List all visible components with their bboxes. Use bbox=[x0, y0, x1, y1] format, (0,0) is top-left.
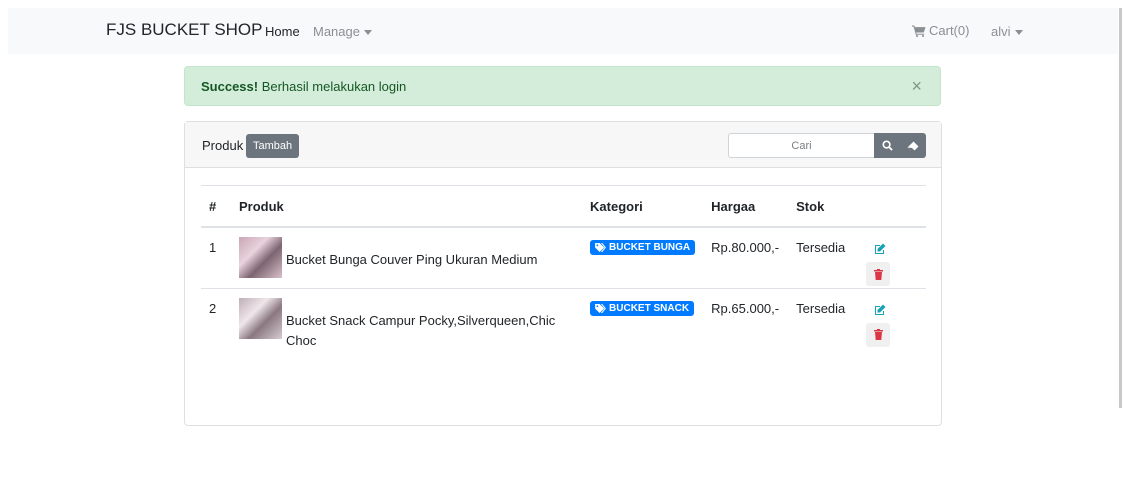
table-row: 2 Bucket Snack Campur Pocky,Silverqueen,… bbox=[201, 287, 926, 351]
success-alert: Success! Berhasil melakukan login × bbox=[184, 66, 941, 106]
shopping-cart-icon bbox=[912, 25, 926, 37]
brand-link[interactable]: FJS BUCKET SHOP bbox=[106, 20, 263, 40]
tag-icon bbox=[595, 243, 606, 252]
nav-cart-label: Cart(0) bbox=[929, 23, 970, 38]
category-badge: BUCKET BUNGA bbox=[590, 240, 696, 255]
row-actions bbox=[858, 226, 926, 288]
table-header-row: # Produk Kategori Hargaa Stok bbox=[201, 185, 926, 228]
search-button[interactable] bbox=[874, 133, 900, 158]
nav-home-link[interactable]: Home bbox=[265, 24, 300, 39]
col-actions bbox=[858, 185, 926, 228]
search-group bbox=[728, 133, 926, 158]
edit-button[interactable] bbox=[874, 242, 918, 257]
search-icon bbox=[881, 140, 893, 151]
tag-icon bbox=[595, 303, 606, 313]
row-number: 1 bbox=[201, 226, 231, 288]
row-price: Rp.80.000,- bbox=[703, 226, 789, 288]
card-header: Produk Tambah bbox=[185, 122, 941, 168]
alert-message: Berhasil melakukan login bbox=[258, 79, 407, 94]
row-category-cell: BUCKET BUNGA bbox=[582, 226, 704, 288]
alert-close-button[interactable]: × bbox=[911, 77, 922, 95]
search-input[interactable] bbox=[728, 133, 874, 158]
row-price: Rp.65.000,- bbox=[703, 287, 789, 351]
edit-icon bbox=[875, 243, 886, 254]
add-product-button[interactable]: Tambah bbox=[246, 134, 300, 158]
product-table: # Produk Kategori Hargaa Stok 1 Bucket B… bbox=[201, 185, 926, 351]
col-kategori: Kategori bbox=[582, 185, 704, 228]
product-name: Bucket Snack Campur Pocky,Silverqueen,Ch… bbox=[285, 312, 556, 348]
product-card: Produk Tambah # Produk Kategori Hargaa S… bbox=[184, 121, 942, 426]
nav-manage-dropdown[interactable]: Manage bbox=[313, 24, 372, 39]
product-name: Bucket Bunga Couver Ping Ukuran Medium bbox=[285, 252, 538, 267]
row-stock: Tersedia bbox=[788, 226, 859, 288]
category-badge: BUCKET SNACK bbox=[590, 300, 695, 316]
product-thumbnail bbox=[238, 297, 282, 339]
card-title: Produk bbox=[202, 138, 244, 153]
row-category-cell: BUCKET SNACK bbox=[582, 287, 704, 351]
category-label: BUCKET BUNGA bbox=[609, 242, 691, 253]
nav-manage-label: Manage bbox=[313, 24, 360, 39]
clear-search-button[interactable] bbox=[900, 133, 926, 158]
navbar: FJS BUCKET SHOP Home Manage Cart(0) alvi bbox=[8, 8, 1118, 54]
row-product-cell: Bucket Bunga Couver Ping Ukuran Medium bbox=[230, 226, 583, 288]
col-stok: Stok bbox=[788, 185, 859, 228]
eraser-icon bbox=[907, 141, 919, 150]
caret-down-icon bbox=[1014, 30, 1023, 36]
col-produk: Produk bbox=[230, 185, 583, 228]
nav-user-dropdown[interactable]: alvi bbox=[991, 24, 1023, 39]
caret-down-icon bbox=[363, 30, 372, 36]
nav-cart-link[interactable]: Cart(0) bbox=[912, 23, 969, 38]
edit-button[interactable] bbox=[874, 303, 918, 318]
product-thumbnail bbox=[238, 237, 282, 278]
delete-button[interactable] bbox=[866, 262, 891, 286]
row-product-cell: Bucket Snack Campur Pocky,Silverqueen,Ch… bbox=[230, 287, 583, 351]
table-row: 1 Bucket Bunga Couver Ping Ukuran Medium… bbox=[201, 226, 926, 288]
col-no: # bbox=[201, 185, 231, 228]
delete-button[interactable] bbox=[866, 322, 891, 347]
nav-user-label: alvi bbox=[991, 24, 1011, 39]
trash-icon bbox=[873, 329, 883, 340]
category-label: BUCKET SNACK bbox=[609, 302, 690, 314]
trash-icon bbox=[873, 268, 883, 280]
search-buttons bbox=[874, 133, 926, 158]
row-number: 2 bbox=[201, 287, 231, 351]
col-harga: Hargaa bbox=[703, 185, 789, 228]
row-stock: Tersedia bbox=[788, 287, 859, 351]
alert-strong: Success! bbox=[201, 79, 259, 94]
edit-icon bbox=[875, 304, 886, 315]
row-actions bbox=[858, 287, 926, 351]
